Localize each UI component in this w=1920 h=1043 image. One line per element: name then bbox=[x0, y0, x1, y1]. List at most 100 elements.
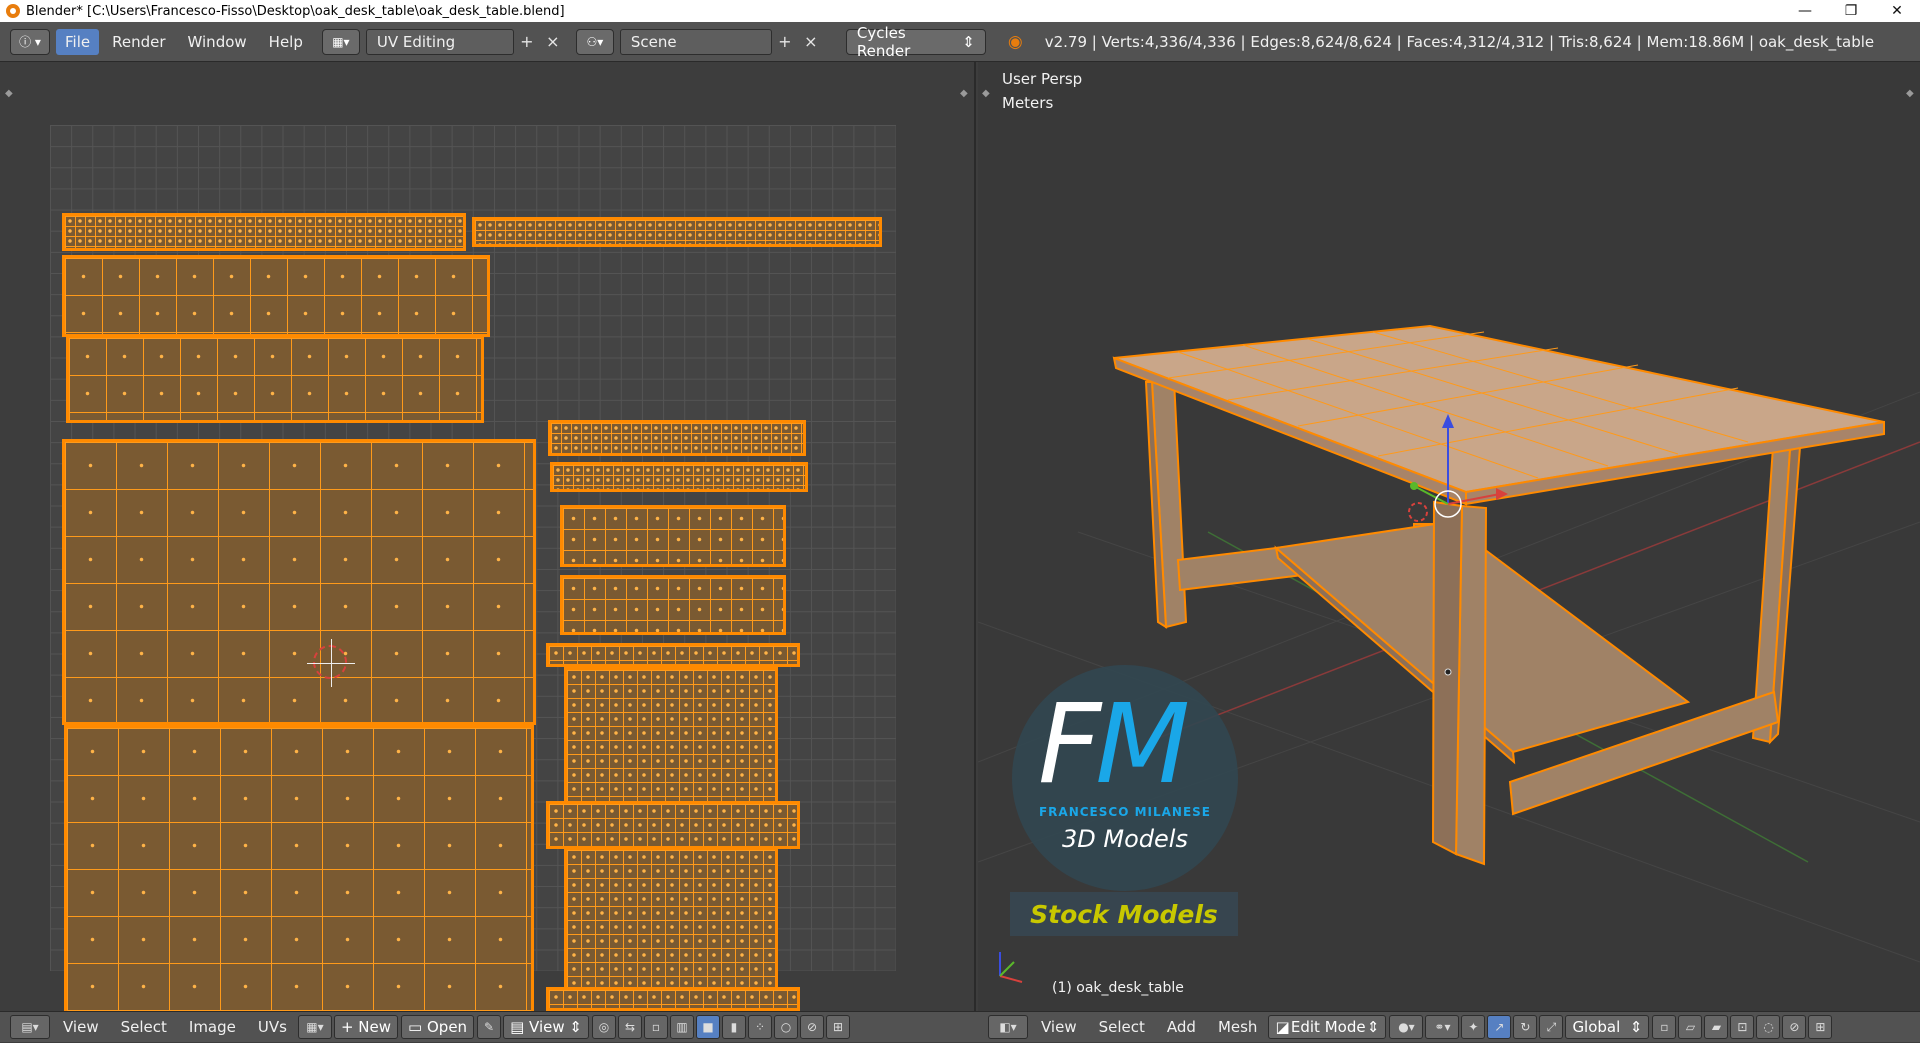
proportional-editing-icon[interactable]: ◌ bbox=[1756, 1015, 1781, 1039]
uv-island[interactable] bbox=[62, 213, 466, 251]
info-header: ⓘ ▾ File Render Window Help ▦ ▾ UV Editin… bbox=[0, 22, 1920, 62]
scene-icon: ⚇ bbox=[586, 34, 598, 49]
add-screen-button[interactable]: + bbox=[514, 29, 540, 55]
menu-help[interactable]: Help bbox=[260, 29, 312, 55]
open-image-button[interactable]: ▭ Open bbox=[401, 1015, 475, 1039]
image-icon: ▦▾ bbox=[306, 1020, 324, 1034]
translate-manipulator-icon[interactable]: ↗ bbox=[1487, 1015, 1512, 1039]
uv-island[interactable] bbox=[546, 801, 800, 849]
logo-tagline: 3D Models bbox=[1062, 825, 1188, 853]
uv-image-editor[interactable]: ◆ ◆ bbox=[0, 62, 976, 1015]
snap-toggle-icon[interactable]: ⊘ bbox=[1782, 1015, 1807, 1039]
scene-field[interactable]: Scene bbox=[619, 28, 772, 55]
uv-island[interactable] bbox=[560, 575, 786, 635]
uv-menu-select[interactable]: Select bbox=[110, 1018, 178, 1036]
manipulator-toggle-icon[interactable]: ✦ bbox=[1461, 1015, 1486, 1039]
editor-type-3d-button[interactable]: ◧▾ bbox=[988, 1015, 1028, 1039]
transform-orientation-dropdown[interactable]: Global ⇕ bbox=[1565, 1015, 1650, 1039]
pivot-point-dropdown[interactable]: ⚭▾ bbox=[1425, 1015, 1460, 1039]
screen-layout-browse-button[interactable]: ▦ ▾ bbox=[321, 28, 360, 55]
rotate-manipulator-icon[interactable]: ↻ bbox=[1513, 1015, 1538, 1039]
uv-menu-image[interactable]: Image bbox=[178, 1018, 247, 1036]
3d-menu-add[interactable]: Add bbox=[1156, 1018, 1207, 1036]
minimize-button[interactable]: — bbox=[1782, 0, 1828, 22]
render-engine-label: Cycles Render bbox=[856, 23, 911, 60]
snap-icon[interactable]: ⊘ bbox=[799, 1015, 824, 1039]
image-browse-button[interactable]: ▦▾ bbox=[297, 1015, 332, 1039]
editor-type-uv-button[interactable]: ▤▾ bbox=[10, 1015, 50, 1039]
proportional-edit-icon[interactable]: ○ bbox=[773, 1015, 798, 1039]
3d-menu-select[interactable]: Select bbox=[1088, 1018, 1156, 1036]
uv-menu-view[interactable]: View bbox=[52, 1018, 110, 1036]
uv-menu-uvs[interactable]: UVs bbox=[247, 1018, 298, 1036]
area-split-handle[interactable]: ◆ bbox=[5, 88, 15, 99]
cube-icon: ◧▾ bbox=[999, 1020, 1017, 1034]
blender-icon: ◉ bbox=[1007, 31, 1023, 52]
face-select-icon[interactable]: ■ bbox=[695, 1015, 720, 1039]
snap-element-icon[interactable]: ⊞ bbox=[1808, 1015, 1833, 1039]
menu-file[interactable]: File bbox=[56, 28, 100, 55]
area-split-handle[interactable]: ◆ bbox=[960, 88, 970, 99]
screen-layout-icon: ▦ bbox=[332, 34, 344, 49]
uv-grid-canvas[interactable] bbox=[50, 125, 896, 1015]
snap-target-icon[interactable]: ⊞ bbox=[825, 1015, 850, 1039]
uv-editor-header: ▤▾ View Select Image UVs ▦▾ + New ▭ Open… bbox=[0, 1012, 976, 1043]
uv-island[interactable] bbox=[550, 462, 808, 492]
menu-window[interactable]: Window bbox=[179, 29, 256, 55]
scale-manipulator-icon[interactable]: ⤢ bbox=[1539, 1015, 1564, 1039]
vertex-select-mode-icon[interactable]: ▫ bbox=[1652, 1015, 1677, 1039]
uv-island[interactable] bbox=[546, 987, 800, 1011]
new-image-button[interactable]: + New bbox=[333, 1015, 399, 1039]
image-editor-icon: ▤▾ bbox=[21, 1020, 39, 1034]
uv-island[interactable] bbox=[66, 335, 484, 423]
stock-models-banner: Stock Models bbox=[1010, 892, 1238, 936]
delete-screen-button[interactable]: × bbox=[540, 29, 566, 55]
scene-statistics: v2.79 | Verts:4,336/4,336 | Edges:8,624/… bbox=[1044, 32, 1875, 51]
plus-icon: + bbox=[340, 1018, 354, 1036]
vertex-select-icon[interactable]: ▫ bbox=[643, 1015, 668, 1039]
add-scene-button[interactable]: + bbox=[772, 29, 798, 55]
uv-island[interactable] bbox=[62, 439, 536, 725]
render-engine-dropdown[interactable]: Cycles Render ⇕ bbox=[845, 24, 986, 60]
x-icon: × bbox=[804, 32, 818, 51]
scene-browse-button[interactable]: ⚇ ▾ bbox=[575, 28, 614, 55]
view-axis-indicator bbox=[999, 952, 1023, 983]
uv-island[interactable] bbox=[62, 255, 490, 337]
info-icon: ⓘ bbox=[19, 35, 32, 49]
sticky-select-icon[interactable]: ⁘ bbox=[747, 1015, 772, 1039]
menu-render[interactable]: Render bbox=[103, 29, 174, 55]
3d-cursor-icon[interactable] bbox=[1408, 502, 1428, 522]
uv-island[interactable] bbox=[64, 725, 534, 1015]
2d-cursor-icon[interactable] bbox=[307, 639, 355, 687]
editor-type-info-button[interactable]: ⓘ ▾ bbox=[10, 28, 50, 55]
sync-selection-icon[interactable]: ⇆ bbox=[617, 1015, 642, 1039]
edge-select-mode-icon[interactable]: ▱ bbox=[1678, 1015, 1703, 1039]
open-label: Open bbox=[426, 1018, 468, 1036]
uv-island[interactable] bbox=[472, 217, 882, 247]
window-title: Blender* [C:\Users\Francesco-Fisso\Deskt… bbox=[26, 3, 565, 19]
uv-island[interactable] bbox=[548, 420, 806, 456]
island-select-icon[interactable]: ▮ bbox=[721, 1015, 746, 1039]
x-icon: × bbox=[546, 32, 560, 51]
active-object-label: (1) oak_desk_table bbox=[1052, 980, 1184, 996]
close-button[interactable]: ✕ bbox=[1874, 0, 1920, 22]
edge-select-icon[interactable]: ▥ bbox=[669, 1015, 694, 1039]
maximize-button[interactable]: ❐ bbox=[1828, 0, 1874, 22]
pin-icon[interactable]: ✎ bbox=[477, 1015, 502, 1039]
pivot-icon[interactable]: ◎ bbox=[591, 1015, 616, 1039]
3d-menu-view[interactable]: View bbox=[1030, 1018, 1088, 1036]
logo-author-name: FRANCESCO MILANESE bbox=[1038, 805, 1212, 819]
delete-scene-button[interactable]: × bbox=[798, 29, 824, 55]
mode-dropdown[interactable]: ◪ Edit Mode ⇕ bbox=[1268, 1015, 1387, 1039]
uv-island[interactable] bbox=[564, 847, 778, 997]
screen-layout-field[interactable]: UV Editing bbox=[365, 28, 514, 55]
3d-menu-mesh[interactable]: Mesh bbox=[1207, 1018, 1269, 1036]
bottom-headers: ▤▾ View Select Image UVs ▦▾ + New ▭ Open… bbox=[0, 1011, 1920, 1042]
limit-selection-icon[interactable]: ⊡ bbox=[1730, 1015, 1755, 1039]
face-select-mode-icon[interactable]: ▰ bbox=[1704, 1015, 1729, 1039]
viewport-shading-dropdown[interactable]: ●▾ bbox=[1389, 1015, 1424, 1039]
uv-view-mode-dropdown[interactable]: ▤ View ⇕ bbox=[503, 1015, 589, 1039]
new-label: New bbox=[358, 1018, 392, 1036]
uv-island[interactable] bbox=[560, 505, 786, 567]
uv-island[interactable] bbox=[546, 643, 800, 667]
